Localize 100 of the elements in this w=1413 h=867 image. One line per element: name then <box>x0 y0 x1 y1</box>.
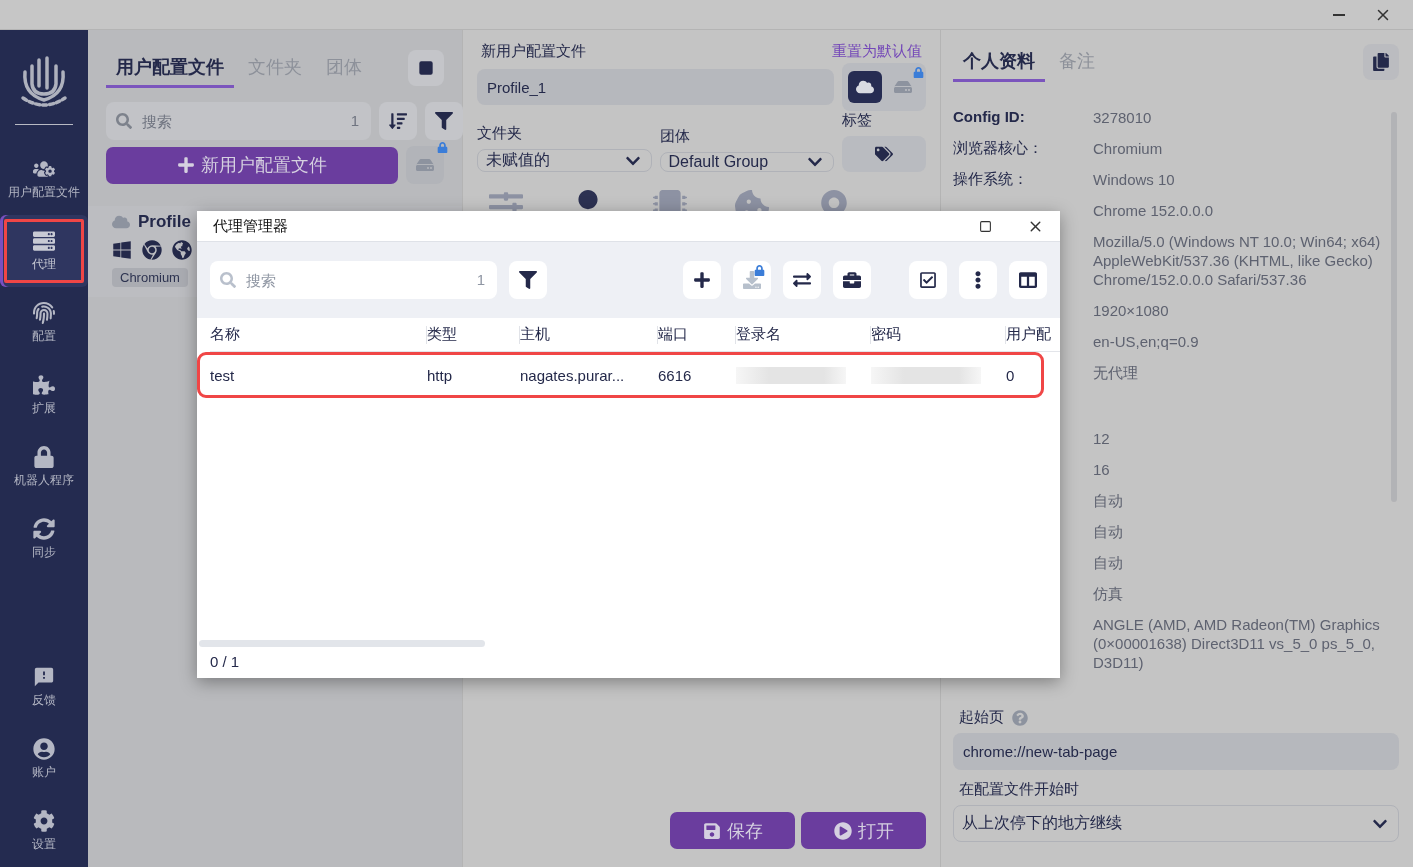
dialog-title: 代理管理器 <box>213 216 288 236</box>
table-cell-text: nagates.purar... <box>520 365 626 386</box>
add-button[interactable] <box>683 261 721 299</box>
windows-icon <box>112 240 132 260</box>
tab[interactable]: 用户配置文件 <box>106 55 234 88</box>
detail-value: Chromium <box>1093 139 1164 159</box>
lock-icon <box>33 445 55 468</box>
minimize-icon <box>1333 13 1345 16</box>
download-icon <box>743 271 761 289</box>
column-header[interactable]: 主机 <box>520 318 658 352</box>
profile-name: Profile <box>138 212 191 232</box>
drive-icon <box>894 78 912 96</box>
drive-icon <box>416 156 434 174</box>
result-count: 1 <box>350 112 359 129</box>
open-button[interactable]: 打开 <box>801 812 926 849</box>
detail-value: 无代理 <box>1093 363 1139 383</box>
briefcase-icon <box>843 271 861 289</box>
plus-icon <box>177 156 195 174</box>
columns-icon <box>1019 271 1037 289</box>
settings-icon <box>33 809 55 832</box>
nav-item[interactable]: 用户配置文件 <box>0 143 88 215</box>
panel-icon <box>418 60 434 76</box>
detail-value: 1920×1080 <box>1093 301 1170 321</box>
profile-name-field[interactable]: Profile_1 <box>477 69 834 105</box>
maximize-icon <box>978 219 992 233</box>
column-header[interactable]: 密码 <box>871 318 1006 352</box>
tags-icon <box>875 145 893 163</box>
filter-button[interactable] <box>425 102 463 140</box>
copy-button[interactable] <box>1363 44 1399 80</box>
start-page-field[interactable]: chrome://new-tab-page <box>953 733 1399 770</box>
detail-label: 操作系统： <box>953 169 1029 189</box>
nav-item[interactable]: 代理 <box>0 215 88 287</box>
on-start-select[interactable]: 从上次停下的地方继续 <box>953 805 1399 842</box>
puzzle-icon <box>33 373 55 396</box>
nav-item[interactable]: 同步 <box>0 503 88 575</box>
detail-value: 自动 <box>1093 491 1124 511</box>
tab[interactable]: 个人资料 <box>953 49 1045 82</box>
select-button[interactable] <box>909 261 947 299</box>
field-label: 团体 <box>659 127 691 146</box>
table-cell-text: 6616 <box>658 365 693 386</box>
group-select[interactable]: Default Group <box>659 152 834 172</box>
storage-toggle[interactable] <box>842 63 926 111</box>
nav-item[interactable]: 反馈 <box>0 651 88 723</box>
reset-link[interactable]: 重置为默认值 <box>832 42 922 61</box>
detail-value: ANGLE (AMD, AMD Radeon(TM) Graphics (0×00001638) Direct3D11 vs_5_0 ps_5_0, D3D11) <box>1093 615 1381 673</box>
more-button[interactable] <box>959 261 997 299</box>
copy-icon <box>1372 53 1390 71</box>
feedback-icon <box>33 665 55 688</box>
nav-item[interactable]: 机器人程序 <box>0 431 88 503</box>
swap-icon <box>793 271 811 289</box>
table-cell-text: 0 <box>1006 365 1016 386</box>
briefcase-button[interactable] <box>833 261 871 299</box>
save-icon <box>702 821 721 840</box>
detail-label: 浏览器核心： <box>953 138 1044 158</box>
nav-item[interactable]: 扩展 <box>0 359 88 431</box>
sort-button[interactable] <box>379 102 417 140</box>
detail-value: Windows 10 <box>1093 170 1176 190</box>
cloud-icon <box>856 78 874 96</box>
fingerprint-icon <box>33 301 55 324</box>
column-header[interactable]: 登录名 <box>736 318 871 352</box>
search-icon <box>220 272 236 288</box>
column-header[interactable]: 类型 <box>427 318 520 352</box>
server-icon <box>33 229 55 252</box>
section-title: 新用户配置文件 <box>481 42 586 61</box>
globe-icon <box>172 240 192 260</box>
detail-value: 仿真 <box>1093 584 1124 604</box>
nav-item[interactable]: 配置 <box>0 287 88 359</box>
sync-icon <box>33 517 55 540</box>
detail-value: 12 <box>1093 429 1111 449</box>
cloud-icon <box>112 213 130 231</box>
row-counter: 0 / 1 <box>209 652 241 672</box>
filter-icon <box>435 112 453 130</box>
folder-select[interactable]: 未赋值的 <box>477 149 652 172</box>
detail-value: Mozilla/5.0 (Windows NT 10.0; Win64; x64) AppleWebKit/537.36 (KHTML, like Gecko) Chrome/152.0.0.0 Safari/537.36 <box>1093 232 1382 290</box>
cloud-option[interactable] <box>848 71 882 103</box>
detail-value: 16 <box>1093 460 1111 480</box>
columns-button[interactable] <box>1009 261 1047 299</box>
save-button[interactable]: 保存 <box>670 812 795 849</box>
table-row[interactable]: test http nagates.purar... 6616 0 <box>200 355 1041 395</box>
panel-toggle-button[interactable] <box>408 50 444 86</box>
nav-item[interactable]: 账户 <box>0 723 88 795</box>
detail-label: Config ID: <box>953 107 1026 127</box>
field-label: 文件夹 <box>477 124 523 143</box>
result-count: 1 <box>476 271 485 288</box>
column-header[interactable]: 用户配 <box>1006 318 1060 352</box>
add-icon <box>693 271 711 289</box>
column-header[interactable]: 名称 <box>210 318 427 352</box>
tags-button[interactable] <box>842 136 926 172</box>
new-profile-button[interactable]: 新用户配置文件 <box>106 146 398 184</box>
field-label: 起始页 <box>959 708 1004 727</box>
detail-value: 3278010 <box>1093 108 1153 128</box>
column-header[interactable]: 端口 <box>658 318 736 352</box>
sort-icon <box>389 112 407 130</box>
swap-button[interactable] <box>783 261 821 299</box>
filter-icon <box>519 271 537 289</box>
detail-value: 自动 <box>1093 553 1124 573</box>
nav-item[interactable]: 设置 <box>0 795 88 867</box>
field-label: 标签 <box>842 111 873 130</box>
filter-button[interactable] <box>509 261 547 299</box>
lock-icon <box>754 265 765 276</box>
